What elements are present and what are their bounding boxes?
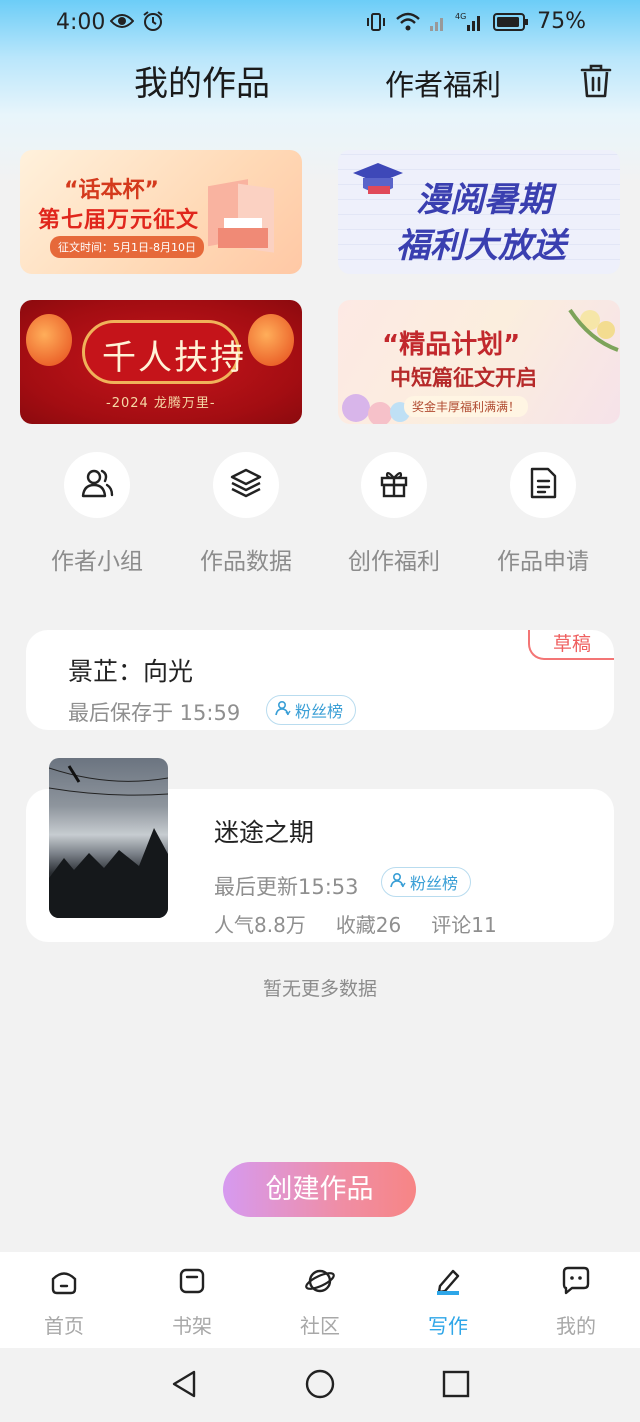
tab-mine[interactable]: 我的	[526, 1266, 626, 1339]
tab-bookshelf[interactable]: 书架	[142, 1266, 242, 1339]
books-illustration	[208, 179, 274, 253]
bookshelf-icon	[177, 1268, 207, 1300]
pen-icon	[433, 1269, 463, 1300]
document-icon	[527, 466, 559, 504]
shortcut-label: 作品申请	[497, 549, 589, 575]
shortcut-label: 作者小组	[51, 549, 143, 575]
back-icon[interactable]	[166, 1366, 202, 1402]
banner-summer-welfare[interactable]: 漫阅暑期 福利大放送	[338, 150, 620, 274]
shortcut-creation-welfare[interactable]: 创作福利	[329, 452, 459, 576]
fans-ranking-tag[interactable]: 粉丝榜	[381, 867, 472, 897]
banner-thousand-support[interactable]: 千人扶持 -2024 龙腾万里-	[20, 300, 302, 424]
shortcut-label: 作品数据	[200, 549, 292, 575]
eye-icon	[110, 12, 134, 30]
shortcut-label: 创作福利	[348, 549, 440, 575]
tab-home[interactable]: 首页	[14, 1266, 114, 1339]
wifi-icon	[395, 11, 421, 33]
work-title: 迷途之期	[214, 818, 315, 847]
svg-text:4G: 4G	[455, 12, 466, 21]
vibrate-icon	[365, 11, 387, 33]
person-icon	[275, 700, 291, 720]
no-more-data-text: 暂无更多数据	[262, 978, 377, 1000]
tab-community[interactable]: 社区	[270, 1266, 370, 1339]
favorites-stat: 收藏26	[335, 913, 402, 937]
chat-bubble-icon	[560, 1266, 592, 1300]
work-card-draft[interactable]: 草稿 景芷：向光 最后保存于 15:59 粉丝榜	[26, 630, 614, 730]
author-benefits-link[interactable]: 作者福利	[385, 62, 501, 104]
work-cover-image[interactable]	[49, 758, 168, 918]
draft-badge: 草稿	[528, 630, 614, 660]
work-title: 景芷：向光	[68, 657, 194, 686]
bottom-tab-bar: 首页 书架 社区 写作 我的	[0, 1252, 640, 1348]
gift-icon	[378, 467, 410, 503]
shortcut-author-group[interactable]: 作者小组	[32, 452, 162, 576]
banner-huaben-contest[interactable]: “话本杯” 第七届万元征文 征文时间：5月1日-8月10日	[20, 150, 302, 274]
popularity-stat: 人气8.8万	[214, 913, 306, 937]
lantern-right	[248, 314, 294, 366]
work-stats: 人气8.8万 收藏26 评论11	[214, 909, 497, 938]
lantern-left	[26, 314, 72, 366]
home-icon	[49, 1272, 79, 1300]
tab-writing[interactable]: 写作	[398, 1266, 498, 1339]
system-navigation-bar	[0, 1348, 640, 1422]
home-circle-icon[interactable]	[302, 1366, 338, 1402]
status-time: 4:00	[56, 10, 106, 35]
alarm-icon	[142, 10, 164, 32]
planet-icon	[304, 1269, 336, 1300]
graduation-cap-illustration	[353, 163, 403, 194]
comments-stat: 评论11	[431, 913, 497, 937]
layers-icon	[229, 466, 263, 504]
person-icon	[390, 872, 406, 892]
fans-ranking-tag[interactable]: 粉丝榜	[266, 695, 357, 725]
group-icon	[80, 466, 114, 504]
battery-percent: 75%	[537, 9, 586, 34]
trash-icon[interactable]	[578, 62, 614, 100]
signal-icon-1	[429, 12, 447, 32]
battery-icon	[493, 12, 529, 32]
create-work-button[interactable]: 创建作品	[223, 1162, 416, 1217]
shortcut-work-data[interactable]: 作品数据	[181, 452, 311, 576]
work-saved-time: 最后保存于 15:59	[68, 701, 241, 725]
signal-icon-2: 4G	[455, 11, 485, 33]
banner-premium-plan[interactable]: “精品计划” 中短篇征文开启 奖金丰厚福利满满！	[338, 300, 620, 424]
page-title: 我的作品	[134, 64, 270, 104]
flowers-illustration	[568, 308, 619, 352]
work-updated-time: 最后更新15:53	[214, 875, 359, 899]
shortcut-work-application[interactable]: 作品申请	[478, 452, 608, 576]
recents-square-icon[interactable]	[438, 1366, 474, 1402]
status-bar: 4:00 4G 75%	[0, 0, 640, 46]
